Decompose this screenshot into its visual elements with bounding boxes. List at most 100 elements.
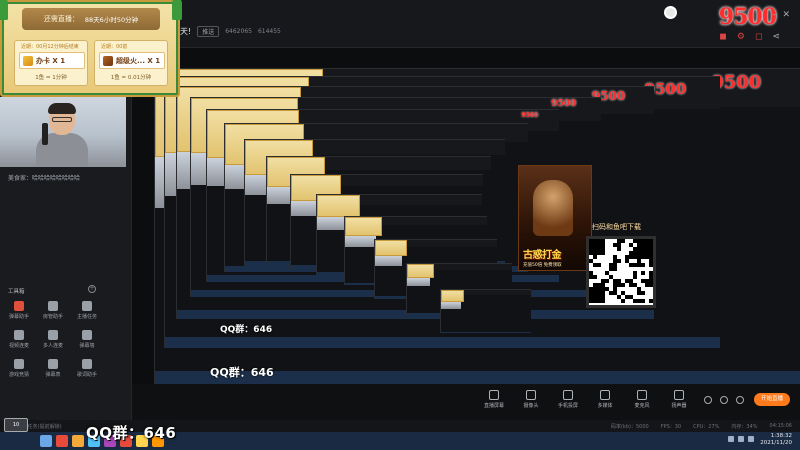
- status-metrics: 码率(kb)：5000 FPS：30 CPU：27% 内存：34% 04:15:…: [611, 423, 792, 430]
- status-mem: 内存：34%: [731, 424, 758, 430]
- gift-rate: 1鱼 = 1分钟: [35, 75, 67, 81]
- tool-item[interactable]: 弹幕助手: [2, 301, 36, 320]
- qr-cell: [593, 275, 597, 279]
- qr-cell: [641, 263, 645, 267]
- tool-item[interactable]: 弹幕墙: [70, 330, 104, 349]
- studio-tool-label: 手机投屏: [557, 403, 578, 409]
- tray-icon[interactable]: [728, 436, 734, 442]
- mini-controls: [704, 396, 744, 404]
- counter-overlay: 9500: [718, 4, 777, 30]
- tool-icon: [14, 330, 24, 340]
- app-icon[interactable]: [40, 435, 52, 447]
- studio-tool-label: 麦克风: [634, 403, 650, 409]
- stream-preview[interactable]: 9500QQ群：6469500QQ群：6469500QQ群：6469500QQ群…: [132, 48, 800, 384]
- mirror-task: [441, 331, 531, 334]
- studio-tool[interactable]: 直播屏幕: [480, 390, 508, 409]
- studio-tool-label: 扬声器: [671, 403, 687, 409]
- rocket-gift-icon: [103, 55, 113, 66]
- taskbar-time: 1:38:32: [770, 433, 792, 439]
- tool-label: 主播任务: [76, 314, 97, 320]
- toolbox-grid: 弹幕助手 房管助手 主播任务视频连麦 多人连麦 弹幕墙游戏竞猜 弹幕表 歌词助手: [2, 301, 106, 378]
- toolbox-add-icon[interactable]: +: [88, 285, 96, 293]
- gift-name: 办卡 X 1: [36, 56, 66, 65]
- taskbar-clock[interactable]: 1:38:32 2021/11/20: [760, 433, 792, 447]
- gift-box: 超级火... X 1: [99, 52, 165, 69]
- studio-tool-icon: [526, 390, 536, 400]
- studio-tool-icon: [563, 390, 573, 400]
- streamer-figure: [36, 103, 88, 167]
- app-icon[interactable]: [72, 435, 84, 447]
- game-subtitle: 充值50倍 免费领取: [523, 263, 562, 268]
- studio-tool[interactable]: 麦克风: [628, 390, 656, 409]
- qr-cell: [641, 291, 645, 295]
- gift-rate: 1鱼 = 0.01分钟: [110, 75, 152, 81]
- toolbox-title: 工具箱: [8, 289, 25, 295]
- tray-icon[interactable]: [738, 436, 744, 442]
- qr-cell: [621, 283, 625, 287]
- webcam-preview[interactable]: [0, 97, 126, 167]
- room-stat-viewers: 6462065: [225, 28, 252, 35]
- studio-tool[interactable]: 多媒体: [591, 390, 619, 409]
- studio-tool-label: 直播屏幕: [483, 403, 504, 409]
- tool-icon: [14, 359, 24, 369]
- status-bitrate: 码率(kb)：5000: [610, 424, 649, 430]
- tool-icon: [48, 359, 58, 369]
- tool-item[interactable]: 歌词助手: [70, 359, 104, 378]
- gift-icon[interactable]: ◼: [719, 32, 726, 42]
- start-live-button[interactable]: 开始直播: [754, 393, 790, 406]
- qr-cell: [597, 263, 601, 267]
- record-icon[interactable]: [704, 396, 712, 404]
- live-task-banner: 还需直播： 88天6小时50分钟 近期：00月12分钟后结束 办卡 X 1 1鱼…: [0, 0, 182, 97]
- top-tool-row: ◼ ⚙ ◻ ⋖: [719, 32, 780, 42]
- qq-group-mirror: QQ群：646: [220, 324, 273, 335]
- close-icon[interactable]: ✕: [782, 10, 790, 20]
- avatar[interactable]: [664, 6, 677, 19]
- game-ad[interactable]: 古惑打金 充值50倍 免费领取: [518, 165, 592, 271]
- tool-icon: [82, 301, 92, 311]
- mirror-cam: [407, 278, 431, 287]
- studio-tool-label: 摄像头: [523, 403, 539, 409]
- mirror-cam: [441, 302, 461, 310]
- tool-item[interactable]: 游戏竞猜: [2, 359, 36, 378]
- leaf-decoration-icon: [172, 0, 182, 20]
- mirror-frame: [440, 289, 531, 334]
- studio-tool-icon: [489, 390, 499, 400]
- mirror-cam: [375, 256, 402, 266]
- tool-item[interactable]: 房管助手: [36, 301, 70, 320]
- studio-toolbar: 直播屏幕 摄像头 手机投屏 多媒体 麦克风 扬声器: [480, 390, 800, 418]
- banner-countdown: 88天6小时50分钟: [84, 16, 139, 24]
- qr-code-icon[interactable]: [586, 236, 656, 308]
- left-panel: 美食家：哈哈哈哈哈哈哈哈 工具箱 + 弹幕助手 房管助手 主播任务 视频连麦 多人连麦弹…: [0, 97, 132, 437]
- settings-icon[interactable]: ⚙: [737, 32, 745, 42]
- stats-icon[interactable]: [720, 396, 728, 404]
- mirror-ban: [317, 195, 360, 218]
- gift-name: 超级火... X 1: [116, 56, 161, 65]
- tool-label: 视频连麦: [8, 343, 29, 349]
- app-icon[interactable]: [56, 435, 68, 447]
- room-tag[interactable]: 推送: [197, 26, 220, 37]
- system-tray: [728, 436, 754, 442]
- studio-tool[interactable]: 摄像头: [517, 390, 545, 409]
- settings-icon[interactable]: [736, 396, 744, 404]
- room-stat-fans: 614455: [257, 28, 281, 35]
- status-duration: 04:15:06: [769, 423, 792, 429]
- minimize-icon[interactable]: –: [772, 10, 777, 20]
- tool-item[interactable]: 视频连麦: [2, 330, 36, 349]
- studio-tool[interactable]: 扬声器: [665, 390, 693, 409]
- mirror-counter: 9500: [551, 99, 577, 110]
- studio-tool-label: 多媒体: [597, 403, 613, 409]
- tray-icon[interactable]: [748, 436, 754, 442]
- qr-cell: [649, 299, 653, 303]
- qr-cell: [633, 275, 637, 279]
- mirror-ban: [441, 290, 465, 303]
- chat-icon[interactable]: ◻: [755, 32, 762, 42]
- tool-item[interactable]: 多人连麦: [36, 330, 70, 349]
- studio-tool[interactable]: 手机投屏: [554, 390, 582, 409]
- qr-cell: [649, 283, 653, 287]
- tool-item[interactable]: 弹幕表: [36, 359, 70, 378]
- tool-item[interactable]: 主播任务: [70, 301, 104, 320]
- chat-caption: 美食家：哈哈哈哈哈哈哈哈: [8, 175, 81, 182]
- mirror-task: [165, 336, 720, 348]
- share-icon[interactable]: ⋖: [772, 32, 780, 42]
- qr-cell: [621, 299, 625, 303]
